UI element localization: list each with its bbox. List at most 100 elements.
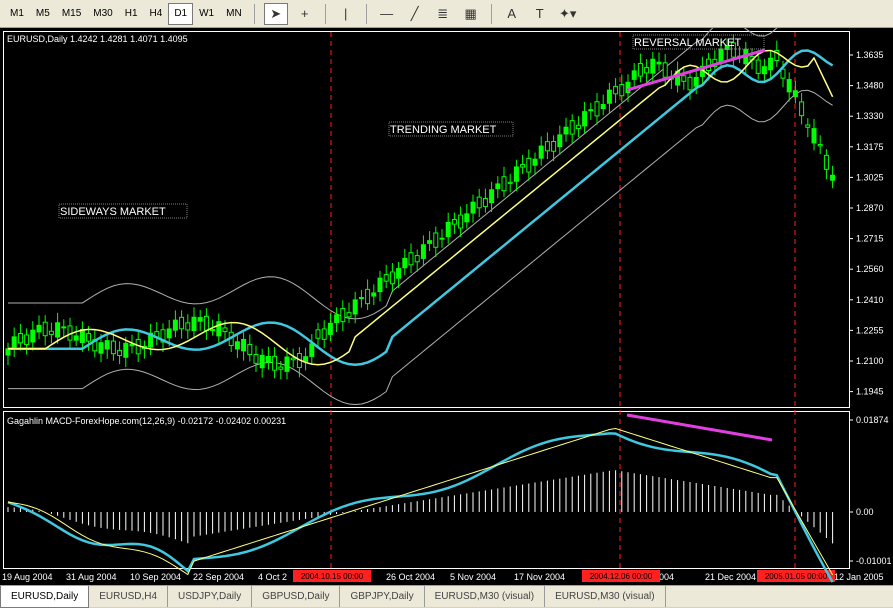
toolbar-separator bbox=[324, 3, 326, 24]
candle-body bbox=[718, 48, 724, 63]
timeframe-m5-button[interactable]: M5 bbox=[30, 3, 56, 25]
candle-body bbox=[98, 342, 104, 354]
candle-body bbox=[830, 174, 836, 181]
candle-body bbox=[110, 340, 116, 355]
candle-body bbox=[805, 124, 811, 128]
candle-body bbox=[346, 312, 352, 318]
candle-body bbox=[445, 221, 451, 238]
timeframe-h4-button[interactable]: H4 bbox=[144, 3, 169, 25]
chart-tab[interactable]: EURUSD,M30 (visual) bbox=[545, 586, 666, 607]
candle-body bbox=[389, 271, 395, 285]
candle-body bbox=[693, 76, 699, 87]
chart-tab[interactable]: GBPUSD,Daily bbox=[252, 586, 341, 607]
date-axis-label: 5 Nov 2004 bbox=[450, 572, 496, 582]
price-axis-label: 1.2560 bbox=[856, 264, 884, 274]
timeframe-h1-button[interactable]: H1 bbox=[119, 3, 144, 25]
indicator-header: Gagahlin MACD-ForexHope.com(12,26,9) -0.… bbox=[7, 416, 286, 426]
candle-body bbox=[520, 164, 526, 168]
candle-body bbox=[544, 141, 550, 152]
date-axis-label: 26 Oct 2004 bbox=[386, 572, 435, 582]
candle-body bbox=[253, 353, 259, 364]
fibonacci-icon[interactable]: ≣ bbox=[432, 4, 454, 24]
candle-body bbox=[613, 85, 619, 95]
price-axis-label: 1.2255 bbox=[856, 325, 884, 335]
candle-body bbox=[588, 109, 594, 112]
timeframe-mn-button[interactable]: MN bbox=[220, 3, 248, 25]
candle-body bbox=[234, 341, 240, 350]
candle-body bbox=[48, 330, 54, 335]
candle-body bbox=[123, 342, 129, 358]
candle-body bbox=[526, 157, 532, 173]
candle-body bbox=[371, 292, 377, 297]
candle-body bbox=[42, 321, 48, 337]
candle-body bbox=[30, 329, 36, 343]
price-axis-label: 1.2100 bbox=[856, 356, 884, 366]
channel-icon[interactable]: ▦ bbox=[460, 4, 482, 24]
toolbar: M1 M5 M15 M30 H1 H4 D1 W1 MN ➤ + | — ╱ ≣ ▦ A T ✦▾ bbox=[0, 0, 893, 28]
candle-body bbox=[365, 288, 371, 305]
crosshair-icon[interactable]: + bbox=[294, 4, 316, 24]
candle-body bbox=[290, 357, 296, 361]
price-axis-label: 1.1945 bbox=[856, 387, 884, 397]
timeframe-d1-button[interactable]: D1 bbox=[168, 2, 194, 25]
candle-body bbox=[495, 183, 501, 190]
timeframe-m1-button[interactable]: M1 bbox=[4, 3, 30, 25]
annotation-label: SIDEWAYS MARKET bbox=[60, 206, 166, 218]
candle-body bbox=[321, 328, 327, 340]
candle-body bbox=[606, 89, 612, 104]
candle-body bbox=[600, 103, 606, 110]
trendline-icon[interactable]: ╱ bbox=[404, 4, 426, 24]
candle-body bbox=[451, 219, 457, 225]
candle-body bbox=[197, 317, 203, 322]
timeframe-w1-button[interactable]: W1 bbox=[193, 3, 220, 25]
candle-body bbox=[482, 198, 488, 208]
candle-body bbox=[513, 166, 519, 182]
cursor-icon[interactable]: ➤ bbox=[263, 2, 288, 25]
candle-body bbox=[489, 189, 495, 204]
candle-body bbox=[755, 59, 761, 74]
price-axis-label: 1.3330 bbox=[856, 111, 884, 121]
candle-body bbox=[17, 333, 23, 344]
candle-body bbox=[55, 322, 61, 338]
candle-body bbox=[569, 120, 575, 135]
candle-body bbox=[532, 158, 538, 166]
candle-body bbox=[433, 232, 439, 248]
candle-body bbox=[377, 277, 383, 293]
candle-body bbox=[594, 101, 600, 117]
timeframe-m30-button[interactable]: M30 bbox=[87, 3, 118, 25]
timeframe-m15-button[interactable]: M15 bbox=[56, 3, 87, 25]
candle-body bbox=[811, 128, 817, 144]
candle-body bbox=[575, 124, 581, 130]
chart-tab[interactable]: EURUSD,H4 bbox=[89, 586, 169, 607]
candle-body bbox=[216, 321, 222, 337]
candle-body bbox=[327, 322, 333, 335]
candle-body bbox=[24, 334, 30, 346]
candle-body bbox=[458, 214, 464, 229]
price-chart[interactable]: 1.3635 1.3480 1.3330 1.3175 1.3025 1.2870 1.27… bbox=[0, 28, 893, 585]
candle-body bbox=[439, 237, 445, 240]
chart-tab[interactable]: GBPJPY,Daily bbox=[340, 586, 425, 607]
candle-body bbox=[476, 196, 482, 209]
text-label-icon[interactable]: T bbox=[529, 4, 551, 24]
candle-body bbox=[166, 328, 172, 339]
chart-tab[interactable]: EURUSD,Daily bbox=[0, 586, 90, 608]
vertical-line-icon[interactable]: | bbox=[335, 4, 357, 24]
shapes-menu-icon[interactable]: ✦▾ bbox=[557, 4, 579, 24]
candle-body bbox=[86, 333, 92, 342]
candle-body bbox=[352, 299, 358, 315]
chart-tab[interactable]: USDJPY,Daily bbox=[168, 586, 253, 607]
candle-body bbox=[768, 57, 774, 71]
candle-body bbox=[191, 316, 197, 332]
candle-body bbox=[11, 336, 17, 350]
candle-body bbox=[551, 141, 557, 152]
candle-body bbox=[309, 343, 315, 357]
candle-body bbox=[334, 314, 340, 323]
chart-tab[interactable]: EURUSD,M30 (visual) bbox=[425, 586, 546, 607]
text-icon[interactable]: A bbox=[501, 4, 523, 24]
horizontal-line-icon[interactable]: — bbox=[376, 4, 398, 24]
candle-body bbox=[631, 70, 637, 80]
price-axis-label: 1.3480 bbox=[856, 81, 884, 91]
candle-body bbox=[786, 79, 792, 93]
annotation-label: REVERSAL MARKET bbox=[634, 37, 741, 49]
price-axis-label: 1.3635 bbox=[856, 50, 884, 60]
